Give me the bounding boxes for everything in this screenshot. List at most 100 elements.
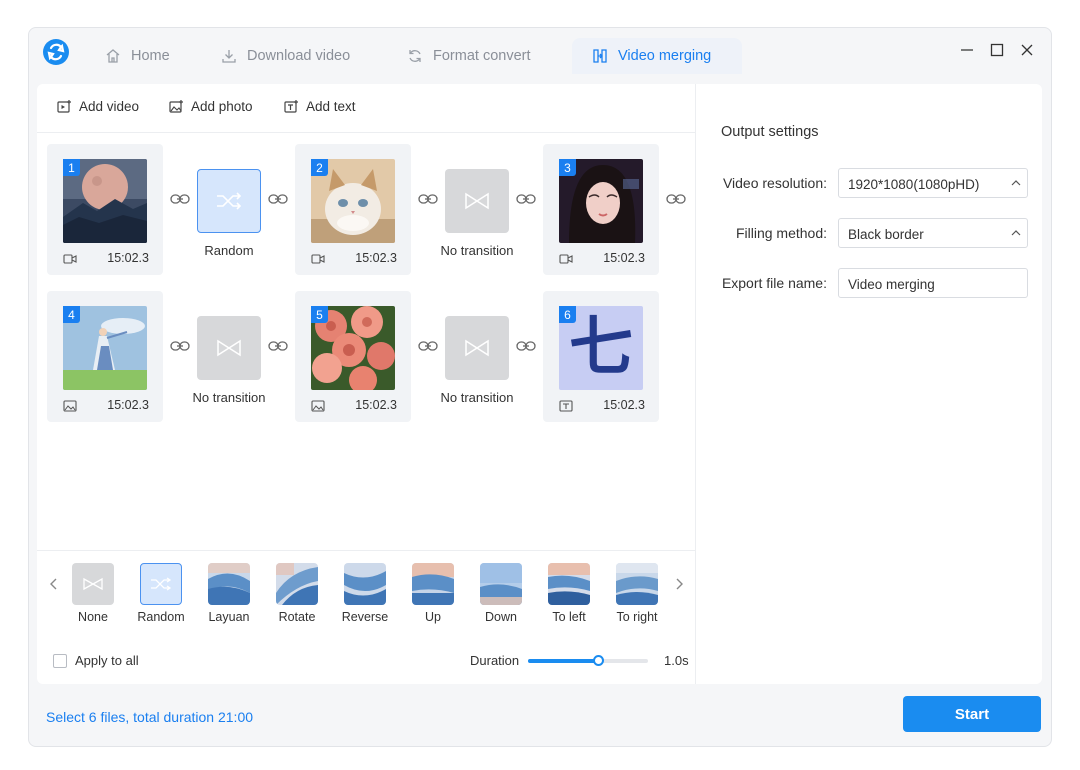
effect-reverse[interactable] xyxy=(344,563,386,605)
filling-value: Black border xyxy=(848,227,924,242)
clip-duration: 15:02.3 xyxy=(107,398,149,412)
duration-slider-handle[interactable] xyxy=(592,655,604,666)
duration-slider-fill xyxy=(528,659,598,663)
chevron-right-icon[interactable] xyxy=(672,577,686,591)
app-logo-icon xyxy=(43,39,69,65)
tab-video-merging[interactable]: Video merging xyxy=(572,38,742,74)
maximize-icon xyxy=(990,43,1004,57)
image-icon xyxy=(311,400,325,412)
clip-card-5[interactable]: 5 15:02.3 xyxy=(295,291,411,422)
clip-duration: 15:02.3 xyxy=(603,398,645,412)
no-transition-icon xyxy=(83,577,103,591)
add-photo-button[interactable]: Add photo xyxy=(169,99,253,114)
shuffle-icon xyxy=(217,192,242,210)
link-icon[interactable] xyxy=(418,339,438,353)
duration-slider[interactable] xyxy=(528,655,648,666)
no-transition-icon xyxy=(217,339,241,357)
tab-home[interactable]: Home xyxy=(91,38,211,74)
close-button[interactable] xyxy=(1017,40,1037,60)
home-icon xyxy=(106,49,120,63)
effect-label: Layuan xyxy=(208,610,250,624)
clip-number: 4 xyxy=(63,306,80,323)
effect-label: None xyxy=(78,610,108,624)
add-text-label: Add text xyxy=(306,99,356,114)
video-icon xyxy=(311,254,325,264)
duration-value: 1.0s xyxy=(664,653,689,668)
apply-to-all-label: Apply to all xyxy=(75,653,139,668)
tab-download-label: Download video xyxy=(247,48,351,64)
transition-label: No transition xyxy=(440,243,514,258)
clip-number: 3 xyxy=(559,159,576,176)
add-photo-label: Add photo xyxy=(191,99,253,114)
clip-card-2[interactable]: 2 15:02.3 xyxy=(295,144,411,275)
link-icon[interactable] xyxy=(516,192,536,206)
resolution-label: Video resolution: xyxy=(722,175,827,191)
transition-slot-2[interactable] xyxy=(445,169,509,233)
effect-rotate[interactable] xyxy=(276,563,318,605)
filling-label: Filling method: xyxy=(735,225,827,241)
transition-label: No transition xyxy=(192,390,266,405)
link-icon[interactable] xyxy=(516,339,536,353)
download-icon xyxy=(222,50,236,63)
effect-label: Down xyxy=(485,610,517,624)
output-settings-title: Output settings xyxy=(721,124,819,140)
status-text: Select 6 files, total duration 21:00 xyxy=(46,709,254,725)
filling-row: Filling method: Black border xyxy=(696,218,1042,248)
tab-format-label: Format convert xyxy=(433,48,531,64)
filename-row: Export file name: Video merging xyxy=(696,268,1042,298)
effect-to-right[interactable] xyxy=(616,563,658,605)
link-icon[interactable] xyxy=(170,192,190,206)
transition-slot-4[interactable] xyxy=(445,316,509,380)
add-text-button[interactable]: Add text xyxy=(284,99,356,114)
no-transition-icon xyxy=(465,192,489,210)
filling-select[interactable]: Black border xyxy=(838,218,1028,248)
clip-duration: 15:02.3 xyxy=(603,251,645,265)
transition-effects-bar: None Random Layuan Rotate Reverse Up Dow… xyxy=(37,550,695,684)
link-icon[interactable] xyxy=(170,339,190,353)
clip-card-4[interactable]: 4 15:02.3 xyxy=(47,291,163,422)
effect-layuan[interactable] xyxy=(208,563,250,605)
minimize-button[interactable] xyxy=(957,40,977,60)
link-icon[interactable] xyxy=(268,192,288,206)
clip-card-3[interactable]: 3 15:02.3 xyxy=(543,144,659,275)
transition-slot-3[interactable] xyxy=(197,316,261,380)
tab-download-video[interactable]: Download video xyxy=(207,38,377,74)
clip-card-1[interactable]: 1 15:02.3 xyxy=(47,144,163,275)
apply-to-all[interactable]: Apply to all xyxy=(53,653,139,668)
link-icon[interactable] xyxy=(268,339,288,353)
effect-down[interactable] xyxy=(480,563,522,605)
clip-card-6[interactable]: 6 七 15:02.3 xyxy=(543,291,659,422)
maximize-button[interactable] xyxy=(987,40,1007,60)
transition-label: No transition xyxy=(440,390,514,405)
tab-format-convert[interactable]: Format convert xyxy=(393,38,563,74)
clip-number: 6 xyxy=(559,306,576,323)
add-photo-icon xyxy=(169,100,183,113)
resolution-select[interactable]: 1920*1080(1080pHD) xyxy=(838,168,1028,198)
refresh-icon xyxy=(409,50,421,62)
tab-merging-label: Video merging xyxy=(618,48,712,64)
transition-slot-1[interactable] xyxy=(197,169,261,233)
effect-label: Rotate xyxy=(278,610,316,624)
add-video-icon xyxy=(57,100,71,113)
merge-workspace: Add video Add photo Add text 1 15:02.3 R… xyxy=(37,84,695,684)
close-icon xyxy=(1021,44,1033,56)
effect-none[interactable] xyxy=(72,563,114,605)
clip-number: 5 xyxy=(311,306,328,323)
effect-random[interactable] xyxy=(140,563,182,605)
link-icon[interactable] xyxy=(666,192,686,206)
video-icon xyxy=(63,254,77,264)
tab-home-label: Home xyxy=(131,48,170,64)
chevron-left-icon[interactable] xyxy=(47,577,61,591)
link-icon[interactable] xyxy=(418,192,438,206)
shuffle-icon xyxy=(151,577,172,591)
filename-input[interactable]: Video merging xyxy=(838,268,1028,298)
effect-up[interactable] xyxy=(412,563,454,605)
start-button[interactable]: Start xyxy=(903,696,1041,732)
add-video-button[interactable]: Add video xyxy=(57,99,139,114)
output-settings-panel: Output settings Video resolution: 1920*1… xyxy=(695,84,1042,684)
title-bar: Home Download video Format convert Video… xyxy=(29,28,1051,74)
apply-to-all-checkbox[interactable] xyxy=(53,653,67,668)
resolution-value: 1920*1080(1080pHD) xyxy=(848,177,980,192)
effect-to-left[interactable] xyxy=(548,563,590,605)
effect-label: Random xyxy=(137,610,185,624)
